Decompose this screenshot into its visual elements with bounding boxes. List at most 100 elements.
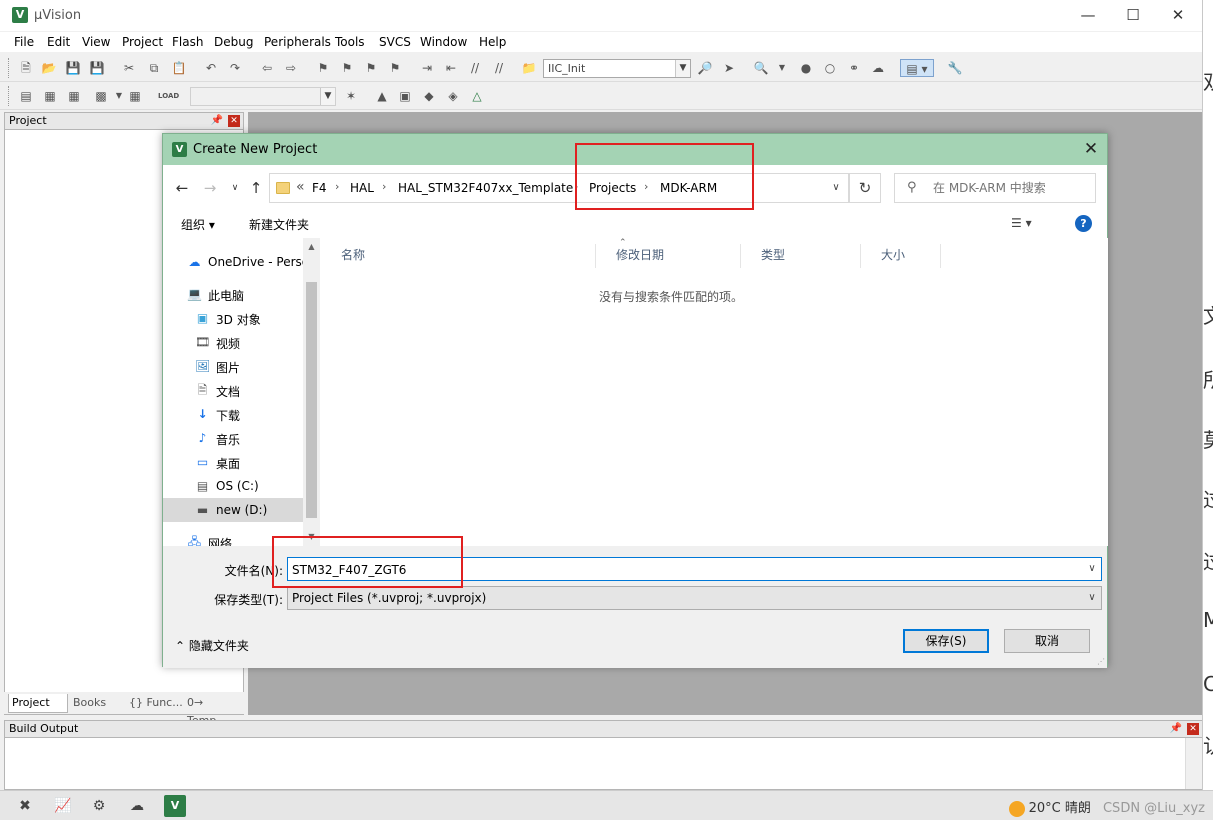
incremental-find-icon[interactable]: ➤ [720, 59, 738, 77]
paste-icon[interactable]: 📋 [170, 59, 188, 77]
clear-bookmarks-icon[interactable]: ⚑ [386, 59, 404, 77]
kill-breakpoints-icon[interactable]: ☁ [869, 59, 887, 77]
breadcrumb-template[interactable]: HAL_STM32F407xx_Template [398, 181, 573, 195]
up-arrow-icon[interactable]: ↑ [246, 178, 266, 198]
tools-icon[interactable]: ✖ [14, 795, 36, 817]
back-arrow-icon[interactable]: ← [172, 178, 192, 198]
tab-books[interactable]: Books [70, 694, 122, 713]
network-app-icon[interactable]: ☁ [126, 795, 148, 817]
stop-build-icon[interactable]: ▦ [126, 87, 144, 105]
window-titlebar[interactable]: V µVision — ☐ ✕ [0, 0, 1202, 31]
maximize-icon[interactable]: ☐ [1113, 4, 1153, 26]
tree-item-this-pc[interactable]: 💻 此电脑 [163, 282, 303, 306]
column-size[interactable]: 大小 [861, 244, 941, 268]
menu-debug[interactable]: Debug [214, 35, 253, 49]
tab-functions[interactable]: {} Func... [126, 694, 184, 713]
filetype-select[interactable]: Project Files (*.uvproj; *.uvprojx) ∨ [287, 586, 1102, 610]
scroll-up-icon[interactable]: ▲ [303, 242, 320, 251]
search-input[interactable] [933, 179, 1093, 197]
chevron-down-icon[interactable]: ∨ [1083, 558, 1101, 580]
uncomment-icon[interactable]: // [490, 59, 508, 77]
search-box[interactable]: ⚲ [894, 173, 1096, 203]
save-icon[interactable]: 💾 [64, 59, 82, 77]
menu-svcs[interactable]: SVCS [379, 35, 411, 49]
close-icon[interactable]: ✕ [1158, 4, 1198, 26]
menu-window[interactable]: Window [420, 35, 467, 49]
tree-item-3d-objects[interactable]: ▣ 3D 对象 [163, 306, 303, 330]
breakpoint-toggle-icon[interactable]: ⚭ [845, 59, 863, 77]
run-time-env-icon[interactable]: △ [468, 87, 486, 105]
menu-flash[interactable]: Flash [172, 35, 203, 49]
build-icon[interactable]: ▦ [41, 87, 59, 105]
bookmark-icon[interactable]: ⚑ [314, 59, 332, 77]
chevron-down-icon[interactable]: ∨ [824, 174, 848, 202]
settings-icon[interactable]: ⚙ [88, 795, 110, 817]
chevron-right-icon[interactable]: › [335, 180, 339, 193]
build-output-scrollbar[interactable] [1185, 738, 1202, 789]
chevron-down-icon[interactable]: ∨ [1083, 587, 1101, 609]
undo-icon[interactable]: ↶ [202, 59, 220, 77]
tree-item-drive-d[interactable]: ▬ new (D:) [163, 498, 303, 522]
save-all-icon[interactable]: 💾 [88, 59, 106, 77]
chevron-down-icon[interactable]: ▼ [675, 60, 690, 77]
zoom-dropdown-icon[interactable]: ▼ [773, 59, 791, 77]
tree-item-onedrive[interactable]: ☁ OneDrive - Perso [163, 250, 310, 274]
tab-templates[interactable]: 0→ Temp... [184, 694, 242, 727]
refresh-icon[interactable]: ↻ [849, 173, 881, 203]
prev-bookmark-icon[interactable]: ⚑ [338, 59, 356, 77]
menu-edit[interactable]: Edit [47, 35, 70, 49]
column-modified[interactable]: 修改日期 [596, 244, 741, 268]
download-icon[interactable]: LOAD [158, 87, 179, 105]
cut-icon[interactable]: ✂ [120, 59, 138, 77]
help-icon[interactable]: ? [1075, 215, 1092, 232]
indent-icon[interactable]: ⇥ [418, 59, 436, 77]
pin-icon[interactable]: 📌 [211, 113, 223, 129]
menu-file[interactable]: File [14, 35, 34, 49]
tree-item-downloads[interactable]: ↓ 下载 [163, 402, 303, 426]
tree-item-drive-c[interactable]: ▤ OS (C:) [163, 474, 303, 498]
menu-tools[interactable]: Tools [335, 35, 365, 49]
tab-project[interactable]: Project [8, 694, 68, 713]
breakpoint-icon[interactable]: ● [797, 59, 815, 77]
tree-item-music[interactable]: ♪ 音乐 [163, 426, 303, 450]
forward-icon[interactable]: ⇨ [282, 59, 300, 77]
target-combo[interactable]: IIC_Init ▼ [543, 59, 691, 78]
file-extensions-icon[interactable]: ▣ [396, 87, 414, 105]
redo-icon[interactable]: ↷ [226, 59, 244, 77]
save-button[interactable]: 保存(S) [903, 629, 989, 653]
breadcrumb-f4[interactable]: F4 [312, 181, 327, 195]
uvision-taskbar-icon[interactable]: V [164, 795, 186, 817]
find-in-files-icon[interactable]: 📁 [520, 59, 538, 77]
pin-icon[interactable]: 📌 [1170, 721, 1182, 737]
menu-view[interactable]: View [82, 35, 110, 49]
menu-peripherals[interactable]: Peripherals [264, 35, 331, 49]
scrollbar-thumb[interactable] [306, 282, 317, 518]
column-name[interactable]: 名称 [321, 244, 596, 268]
target-select[interactable]: ▼ [190, 87, 336, 106]
comment-icon[interactable]: // [466, 59, 484, 77]
select-packs-icon[interactable]: ◈ [444, 87, 462, 105]
tree-item-documents[interactable]: 🗎 文档 [163, 378, 303, 402]
zoom-icon[interactable]: 🔍 [752, 59, 770, 77]
pack-installer-icon[interactable]: ◆ [420, 87, 438, 105]
batch-build-icon[interactable]: ▩ [92, 87, 110, 105]
new-file-icon[interactable]: 🗎 [17, 59, 35, 77]
next-bookmark-icon[interactable]: ⚑ [362, 59, 380, 77]
breadcrumb-hal[interactable]: HAL [350, 181, 374, 195]
rebuild-icon[interactable]: ▦ [65, 87, 83, 105]
tree-item-pictures[interactable]: 🖼 图片 [163, 354, 303, 378]
chevron-down-icon[interactable]: ▼ [320, 88, 335, 105]
cancel-button[interactable]: 取消 [1004, 629, 1090, 653]
manage-components-icon[interactable]: ▲ [373, 87, 391, 105]
organize-button[interactable]: 组织 ▾ [181, 216, 215, 233]
translate-icon[interactable]: ▤ [17, 87, 35, 105]
forward-arrow-icon[interactable]: → [200, 178, 220, 198]
window-layout-icon[interactable]: ▤ ▾ [900, 59, 934, 77]
menu-project[interactable]: Project [122, 35, 163, 49]
configure-icon[interactable]: 🔧 [946, 59, 964, 77]
back-icon[interactable]: ⇦ [258, 59, 276, 77]
tree-scrollbar[interactable]: ▲ ▼ [303, 238, 320, 546]
hide-folders-toggle[interactable]: ⌃ 隐藏文件夹 [175, 637, 249, 654]
find-icon[interactable]: 🔎 [696, 59, 714, 77]
tree-item-desktop[interactable]: ▭ 桌面 [163, 450, 303, 474]
